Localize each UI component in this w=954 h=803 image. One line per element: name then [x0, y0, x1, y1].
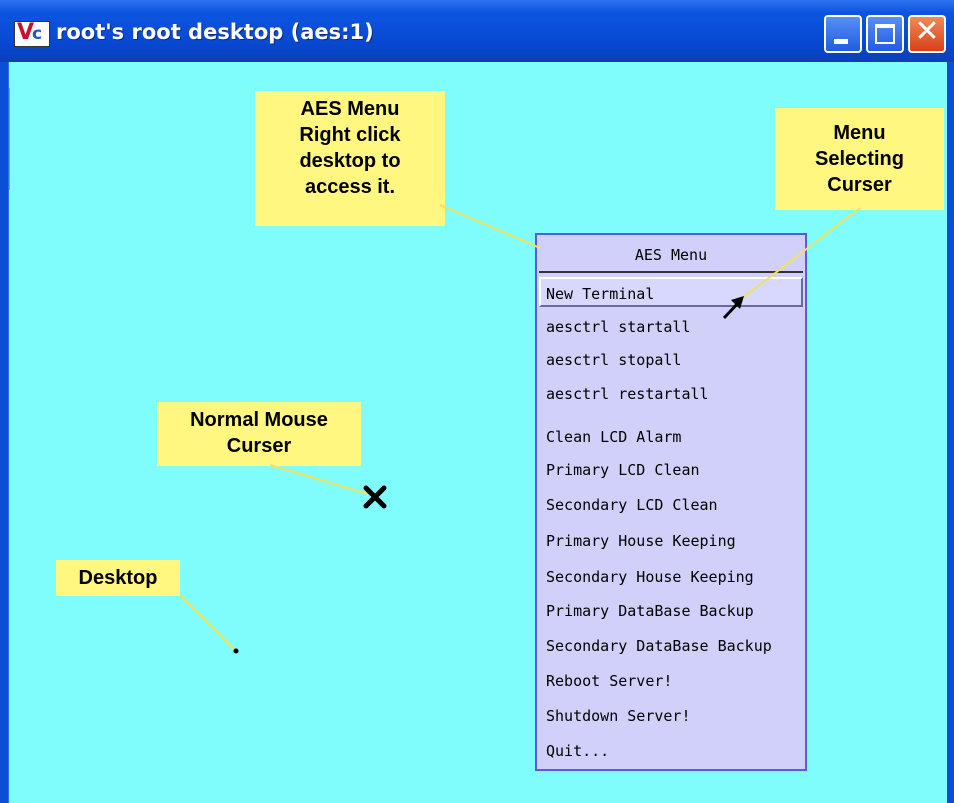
menu-item-aesctrl-startall[interactable]: aesctrl startall — [539, 312, 803, 342]
callout-aes-menu: AES Menu Right click desktop to access i… — [255, 91, 445, 226]
callout-line: Menu — [833, 122, 886, 144]
menu-item-secondary-house-keeping[interactable]: Secondary House Keeping — [539, 562, 803, 592]
menu-item-secondary-lcd-clean[interactable]: Secondary LCD Clean — [539, 490, 803, 520]
menu-item-aesctrl-stopall[interactable]: aesctrl stopall — [539, 345, 803, 375]
menu-title: AES Menu — [634, 246, 708, 264]
menu-item-primary-lcd-clean[interactable]: Primary LCD Clean — [539, 455, 803, 485]
desktop-edge-line — [9, 88, 10, 190]
window-title: root's root desktop (aes:1) — [56, 20, 374, 44]
callout-normal-mouse-cursor: Normal Mouse Curser — [157, 402, 361, 466]
menu-item-reboot-server[interactable]: Reboot Server! — [539, 666, 803, 696]
close-icon: ✕ — [914, 14, 940, 49]
menu-item-primary-house-keeping[interactable]: Primary House Keeping — [539, 526, 803, 556]
title-bar[interactable]: Vc root's root desktop (aes:1) ✕ — [0, 0, 954, 62]
maximize-icon — [875, 24, 895, 44]
menu-item-secondary-database-backup[interactable]: Secondary DataBase Backup — [539, 631, 803, 661]
callout-line: Right click — [299, 124, 401, 146]
menu-item-shutdown-server[interactable]: Shutdown Server! — [539, 701, 803, 731]
minimize-button[interactable] — [824, 15, 862, 53]
menu-item-primary-database-backup[interactable]: Primary DataBase Backup — [539, 596, 803, 626]
callout-menu-selecting-cursor: Menu Selecting Curser — [775, 108, 944, 210]
callout-line: AES Menu — [300, 98, 400, 120]
callout-desktop: Desktop — [56, 560, 180, 596]
menu-item-aesctrl-restartall[interactable]: aesctrl restartall — [539, 379, 803, 409]
vnc-viewer-icon[interactable]: Vc — [14, 20, 50, 47]
callout-line: Selecting — [815, 148, 904, 170]
callout-line: Curser — [226, 435, 292, 457]
menu-item-clean-lcd-alarm[interactable]: Clean LCD Alarm — [539, 422, 803, 452]
menu-item-new-terminal[interactable]: New Terminal — [539, 277, 803, 307]
minimize-icon — [834, 39, 848, 44]
maximize-button[interactable] — [866, 15, 904, 53]
callout-line: Curser — [827, 174, 892, 196]
callout-line: Desktop — [78, 567, 158, 589]
callout-line: desktop to — [299, 150, 401, 172]
aes-menu: AES Menu New Terminal aesctrl startall a… — [535, 233, 807, 771]
callout-line: access it. — [304, 176, 396, 198]
menu-item-quit[interactable]: Quit... — [539, 736, 803, 766]
close-button[interactable]: ✕ — [908, 14, 946, 53]
callout-line: Normal Mouse — [190, 409, 328, 431]
